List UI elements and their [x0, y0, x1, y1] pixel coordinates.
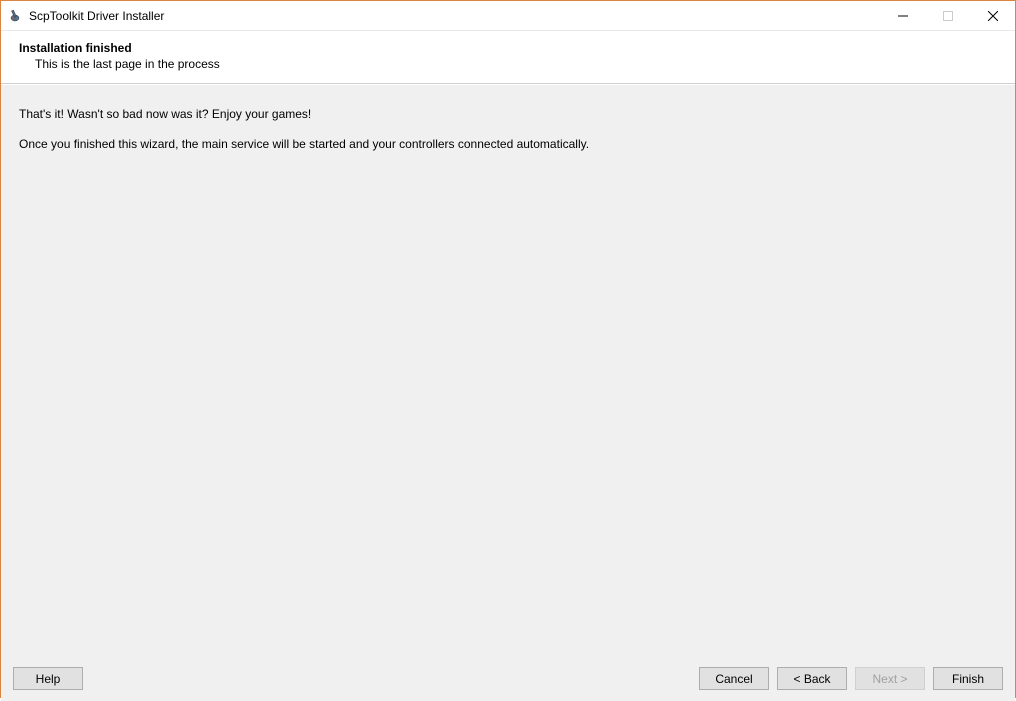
window-title: ScpToolkit Driver Installer: [29, 9, 880, 23]
back-button[interactable]: < Back: [777, 667, 847, 690]
minimize-button[interactable]: [880, 1, 925, 30]
close-button[interactable]: [970, 1, 1015, 30]
cancel-button[interactable]: Cancel: [699, 667, 769, 690]
page-subtitle: This is the last page in the process: [35, 57, 997, 71]
finish-button[interactable]: Finish: [933, 667, 1003, 690]
help-button[interactable]: Help: [13, 667, 83, 690]
wizard-footer: Help Cancel < Back Next > Finish: [1, 656, 1015, 701]
app-icon: [7, 8, 23, 24]
next-button: Next >: [855, 667, 925, 690]
window-controls: [880, 1, 1015, 30]
page-title: Installation finished: [19, 41, 997, 55]
titlebar: ScpToolkit Driver Installer: [1, 1, 1015, 31]
maximize-button: [925, 1, 970, 30]
wizard-header: Installation finished This is the last p…: [1, 31, 1015, 84]
content-text-2: Once you finished this wizard, the main …: [19, 137, 997, 151]
content-text-1: That's it! Wasn't so bad now was it? Enj…: [19, 107, 997, 121]
wizard-content: That's it! Wasn't so bad now was it? Enj…: [1, 84, 1015, 656]
